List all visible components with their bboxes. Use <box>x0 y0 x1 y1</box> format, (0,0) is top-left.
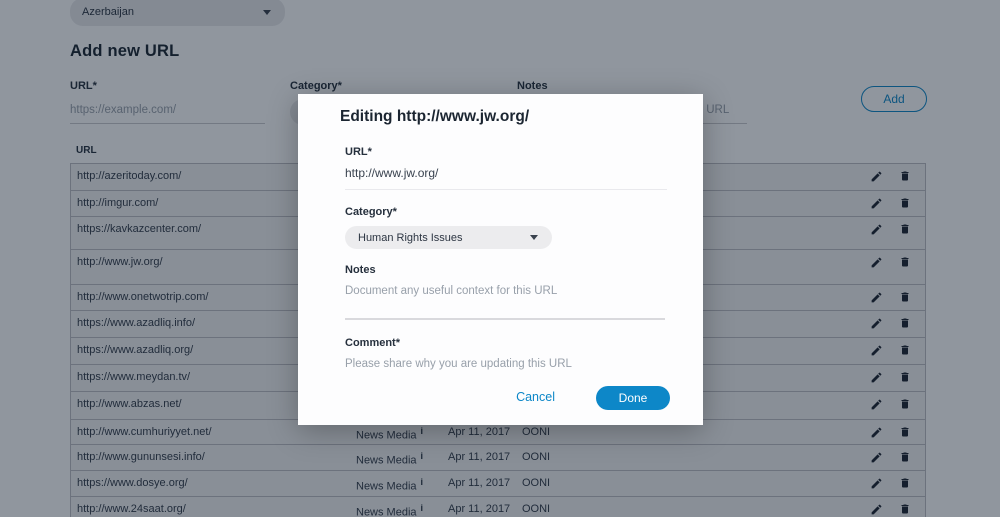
modal-category-value: Human Rights Issues <box>358 232 463 244</box>
modal-category-dropdown[interactable]: Human Rights Issues <box>345 226 552 249</box>
done-button[interactable]: Done <box>596 386 670 410</box>
modal-url-label: URL* <box>345 146 372 158</box>
modal-title: Editing http://www.jw.org/ <box>340 108 529 126</box>
modal-divider <box>345 318 665 320</box>
app-screen: Azerbaijan Add new URL URL* Category* No… <box>0 0 1000 517</box>
modal-category-label: Category* <box>345 206 397 218</box>
modal-notes-label: Notes <box>345 264 376 276</box>
cancel-button[interactable]: Cancel <box>516 390 555 404</box>
modal-url-value: http://www.jw.org/ <box>345 166 438 180</box>
edit-url-modal: Editing http://www.jw.org/ URL* http://w… <box>298 94 703 425</box>
chevron-down-icon <box>530 235 538 240</box>
modal-notes-input[interactable]: Document any useful context for this URL <box>345 285 557 297</box>
modal-comment-input[interactable]: Please share why you are updating this U… <box>345 358 572 370</box>
modal-comment-label: Comment* <box>345 337 400 349</box>
modal-url-input[interactable]: http://www.jw.org/ <box>345 162 667 190</box>
